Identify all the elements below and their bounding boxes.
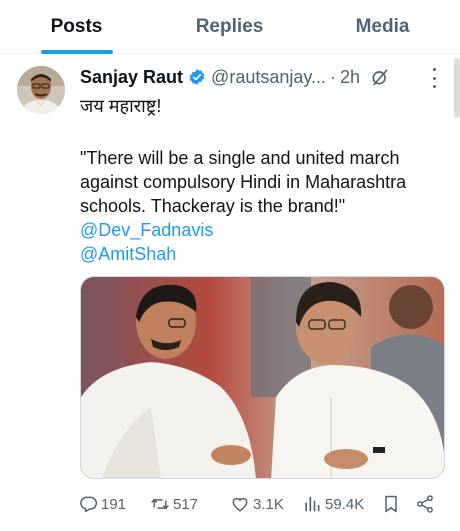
views-icon xyxy=(305,496,320,512)
like-icon xyxy=(232,497,248,512)
repost-button[interactable]: 517 xyxy=(150,490,198,518)
separator-dot: · xyxy=(330,66,337,87)
tweet-quote: "There will be a single and united march… xyxy=(80,148,407,216)
mention-link[interactable]: @Dev_Fadnavis xyxy=(80,218,445,242)
tab-posts[interactable]: Posts xyxy=(0,0,153,54)
more-icon[interactable] xyxy=(428,68,440,88)
tab-media-label: Media xyxy=(355,16,410,37)
avatar-image xyxy=(17,66,65,114)
scrollbar[interactable] xyxy=(454,58,460,118)
views-button[interactable]: 59.4K xyxy=(302,490,364,518)
mention-link[interactable]: @AmitShah xyxy=(80,242,445,266)
reply-button[interactable]: 191 xyxy=(78,490,126,518)
profile-tabs: Posts Replies Media xyxy=(0,0,460,54)
tab-media[interactable]: Media xyxy=(306,0,459,54)
verified-badge-icon xyxy=(188,68,206,86)
tab-replies[interactable]: Replies xyxy=(153,0,306,54)
tweet-photo[interactable] xyxy=(80,276,445,479)
tab-active-indicator xyxy=(40,50,113,54)
tweet-header: Sanjay Raut @rautsanjay... · 2h xyxy=(80,65,390,89)
share-icon xyxy=(417,495,433,513)
grok-icon[interactable] xyxy=(370,67,390,87)
reply-count: 191 xyxy=(101,495,127,513)
tab-replies-label: Replies xyxy=(195,16,264,37)
tab-posts-label: Posts xyxy=(50,16,103,37)
repost-icon xyxy=(151,498,169,510)
like-button[interactable]: 3.1K xyxy=(230,490,284,518)
author-handle[interactable]: @rautsanjay... xyxy=(211,67,326,88)
views-count: 59.4K xyxy=(325,495,365,513)
like-count: 3.1K xyxy=(253,495,284,513)
avatar[interactable] xyxy=(17,66,65,114)
share-button[interactable] xyxy=(415,490,438,518)
tweet-actions: 191 517 3.1K 59.4K xyxy=(78,490,450,518)
author-name[interactable]: Sanjay Raut xyxy=(80,67,183,88)
bookmark-button[interactable] xyxy=(381,490,404,518)
bookmark-icon xyxy=(385,495,397,513)
photo-image xyxy=(81,277,444,478)
tweet-body: "There will be a single and united march… xyxy=(80,146,445,266)
tweet-text-line1: जय महाराष्ट्र! xyxy=(80,96,162,116)
tweet-time[interactable]: 2h xyxy=(340,67,360,88)
reply-icon xyxy=(80,496,98,513)
repost-count: 517 xyxy=(173,495,199,513)
